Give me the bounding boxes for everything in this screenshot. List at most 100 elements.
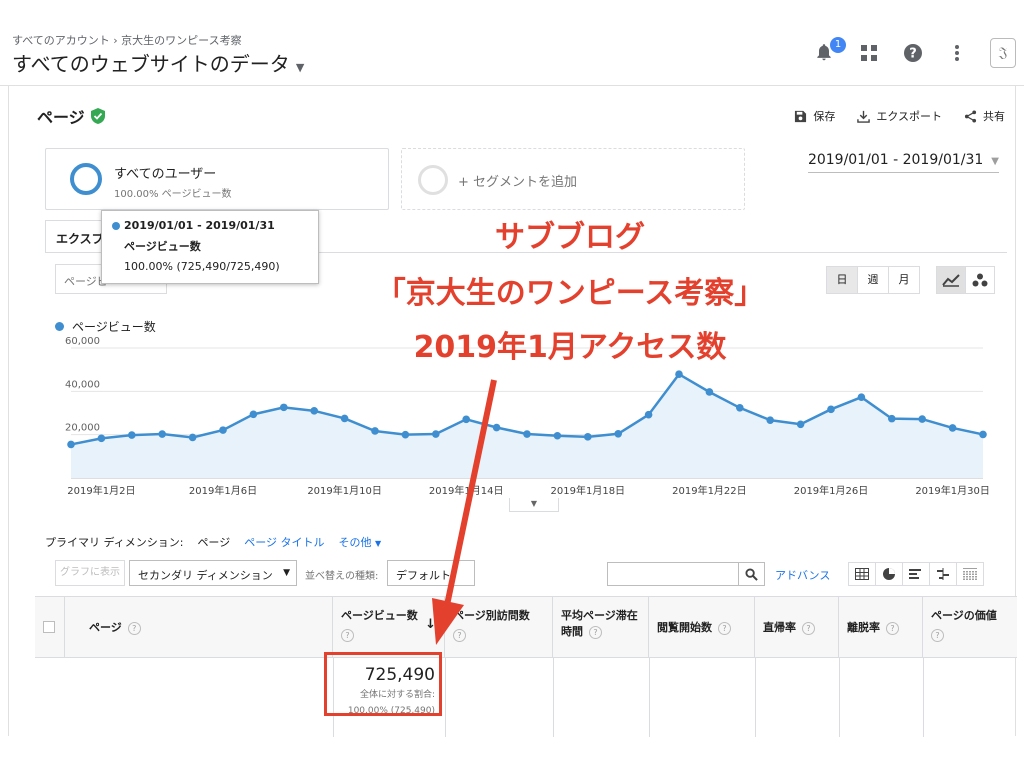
granularity-day[interactable]: 日 <box>826 266 858 294</box>
other-label: その他 <box>338 536 372 549</box>
select-all-header <box>35 597 65 657</box>
table-toolbar: グラフに表示 セカンダリ ディメンション ▼ 並べ替えの種類: デフォルト アド… <box>55 560 1005 588</box>
apps-button[interactable] <box>858 42 880 64</box>
help-circle-icon[interactable]: ? <box>589 626 602 639</box>
column-header-bounce-rate[interactable]: 直帰率? <box>755 597 839 657</box>
breadcrumb[interactable]: すべてのアカウント › 京大生のワンピース考察 <box>12 32 242 48</box>
data-point <box>462 415 471 424</box>
plot-rows-button[interactable]: グラフに表示 <box>55 560 125 586</box>
pageviews-chart: 60,000 40,000 20,000 2019年1月2日 2019年1月6日 2019… <box>65 336 990 497</box>
add-segment-label: + セグメントを追加 <box>458 175 578 190</box>
help-circle-icon[interactable]: ? <box>453 629 466 642</box>
segment-name: すべてのユーザー <box>114 167 217 182</box>
help-circle-icon[interactable]: ? <box>341 629 354 642</box>
help-circle-icon[interactable]: ? <box>886 622 899 635</box>
column-header-page-value[interactable]: ページの価値? <box>923 597 1017 657</box>
data-point <box>948 424 957 432</box>
chart-legend: ページビュー数 <box>55 318 156 335</box>
data-point <box>614 430 622 438</box>
secondary-dimension-select[interactable]: セカンダリ ディメンション ▼ <box>129 560 297 586</box>
primary-dimension-other[interactable]: その他 ▼ <box>339 534 382 550</box>
dimension-bar: プライマリ ディメンション: ページ ページ タイトル その他 ▼ <box>45 534 381 550</box>
help-circle-icon[interactable]: ? <box>127 622 141 635</box>
date-range-picker[interactable]: 2019/01/01 - 2019/01/31 ▼ <box>807 152 999 173</box>
performance-view-button[interactable] <box>902 562 930 586</box>
pie-view-button[interactable] <box>875 562 903 586</box>
comparison-view-button[interactable] <box>929 562 957 586</box>
top-bar: すべてのアカウント › 京大生のワンピース考察 すべてのウェブサイトのデータ ▼ … <box>0 30 1024 86</box>
data-point <box>128 431 136 439</box>
column-header-entrances[interactable]: 閲覧開始数? <box>649 597 755 657</box>
data-point <box>644 410 653 419</box>
pie-chart-icon <box>883 568 895 580</box>
select-all-checkbox[interactable] <box>43 621 55 633</box>
column-header-avg-time[interactable]: 平均ページ滞在時間? <box>553 597 649 657</box>
data-point <box>249 410 258 419</box>
export-icon <box>857 110 871 123</box>
column-label: 直帰率 <box>763 621 796 634</box>
line-chart-icon <box>942 274 960 287</box>
chart-collapse-handle[interactable]: ▼ <box>509 498 559 512</box>
granularity-toggle: 日 週 月 <box>826 266 920 294</box>
sort-type-select[interactable]: デフォルト <box>387 560 475 586</box>
help-circle-icon[interactable]: ? <box>931 629 944 642</box>
line-chart-button[interactable] <box>936 266 966 294</box>
data-point <box>918 415 926 423</box>
more-options-button[interactable] <box>946 42 968 64</box>
x-tick-label: 2019年1月10日 <box>307 484 382 497</box>
header-divider <box>35 657 1017 658</box>
granularity-week[interactable]: 週 <box>857 266 889 294</box>
x-tick-label: 2019年1月2日 <box>67 484 135 497</box>
data-point <box>158 430 166 438</box>
export-button[interactable]: エクスポート <box>857 108 942 124</box>
help-circle-icon[interactable]: ? <box>802 622 815 635</box>
motion-chart-button[interactable] <box>965 266 995 294</box>
x-tick-label: 2019年1月14日 <box>429 484 504 497</box>
help-circle-icon[interactable]: ? <box>718 622 731 635</box>
data-table-view-button[interactable] <box>848 562 876 586</box>
primary-dimension-page[interactable]: ページ <box>197 534 230 550</box>
segment-ring-icon <box>70 163 102 195</box>
add-segment-button[interactable]: + セグメントを追加 <box>401 148 745 210</box>
help-button[interactable]: ? <box>902 42 924 64</box>
table-search-input[interactable] <box>607 562 739 586</box>
data-point <box>67 440 75 449</box>
caret-down-icon: ▼ <box>991 156 999 167</box>
share-button[interactable]: 共有 <box>964 108 1005 124</box>
data-point <box>371 427 379 435</box>
column-divider <box>839 657 840 737</box>
bubble-chart-icon <box>972 273 988 287</box>
column-header-pageviews[interactable]: ページビュー数 ↓? <box>333 597 445 657</box>
column-label: ページ別訪問数 <box>453 609 530 622</box>
x-tick-label: 2019年1月6日 <box>189 484 257 497</box>
avatar[interactable]: 𝔍 <box>990 38 1016 68</box>
save-button[interactable]: 保存 <box>794 108 835 124</box>
data-point <box>97 434 106 443</box>
data-point <box>432 430 440 438</box>
data-point <box>188 433 197 442</box>
column-header-unique-pageviews[interactable]: ページ別訪問数? <box>445 597 553 657</box>
legend-label: ページビュー数 <box>72 320 156 334</box>
segment-all-users[interactable]: すべてのユーザー 100.00% ページビュー数 <box>45 148 389 210</box>
table-search-button[interactable] <box>739 562 765 586</box>
data-point <box>888 414 896 423</box>
svg-text:?: ? <box>909 47 917 62</box>
notification-badge: 1 <box>830 37 846 53</box>
property-selector[interactable]: すべてのウェブサイトのデータ ▼ <box>12 48 304 77</box>
primary-dimension-page-title[interactable]: ページ タイトル <box>244 534 324 550</box>
save-icon <box>795 110 807 122</box>
total-pageviews-value: 725,490 <box>364 665 435 685</box>
advanced-filter-link[interactable]: アドバンス <box>775 567 830 583</box>
x-tick-label: 2019年1月30日 <box>915 484 990 497</box>
pivot-view-button[interactable] <box>956 562 984 586</box>
granularity-month[interactable]: 月 <box>888 266 920 294</box>
data-point <box>280 403 288 412</box>
x-tick-label: 2019年1月26日 <box>794 484 869 497</box>
share-icon <box>964 109 977 123</box>
series-dot-icon <box>112 221 120 230</box>
table-grid-icon <box>855 568 869 580</box>
chart-type-toggle <box>936 266 995 294</box>
column-header-exit-rate[interactable]: 離脱率? <box>839 597 923 657</box>
notifications-button[interactable]: 1 <box>814 37 846 65</box>
column-header-page[interactable]: ページ? <box>65 597 333 657</box>
